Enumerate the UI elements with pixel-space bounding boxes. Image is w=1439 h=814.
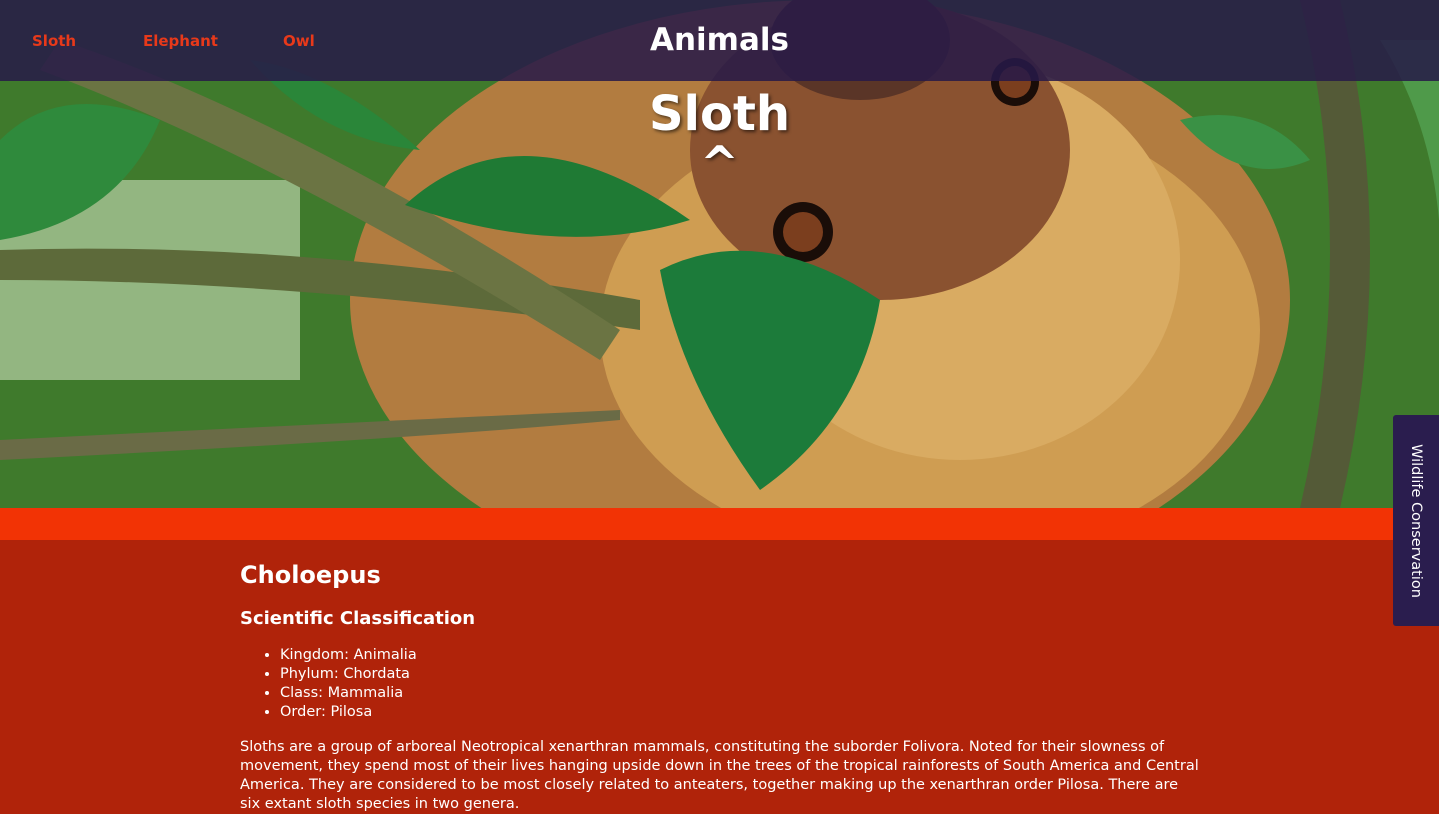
wildlife-conservation-tab[interactable]: Wildlife Conservation <box>1393 415 1439 626</box>
list-item: Order: Pilosa <box>280 703 1200 722</box>
list-item: Class: Mammalia <box>280 684 1200 703</box>
site-title: Animals <box>650 22 789 58</box>
main-content: Choloepus Scientific Classification King… <box>240 540 1200 814</box>
classification-heading: Scientific Classification <box>240 608 476 629</box>
hero-title: Sloth <box>648 86 791 142</box>
chevron-up-icon[interactable]: ^ <box>0 140 1439 186</box>
genus-heading: Choloepus <box>240 561 381 589</box>
list-item: Kingdom: Animalia <box>280 646 1200 665</box>
list-item: Phylum: Chordata <box>280 665 1200 684</box>
side-tab-label: Wildlife Conservation <box>1408 443 1424 598</box>
description-paragraph: Sloths are a group of arboreal Neotropic… <box>240 739 1199 812</box>
header-bar: Sloth Elephant Owl Animals <box>0 0 1439 81</box>
accent-strip <box>0 508 1439 540</box>
hero-banner: Sloth Elephant Owl Animals Sloth ^ <box>0 0 1439 508</box>
classification-list: Kingdom: Animalia Phylum: Chordata Class… <box>240 646 1200 722</box>
